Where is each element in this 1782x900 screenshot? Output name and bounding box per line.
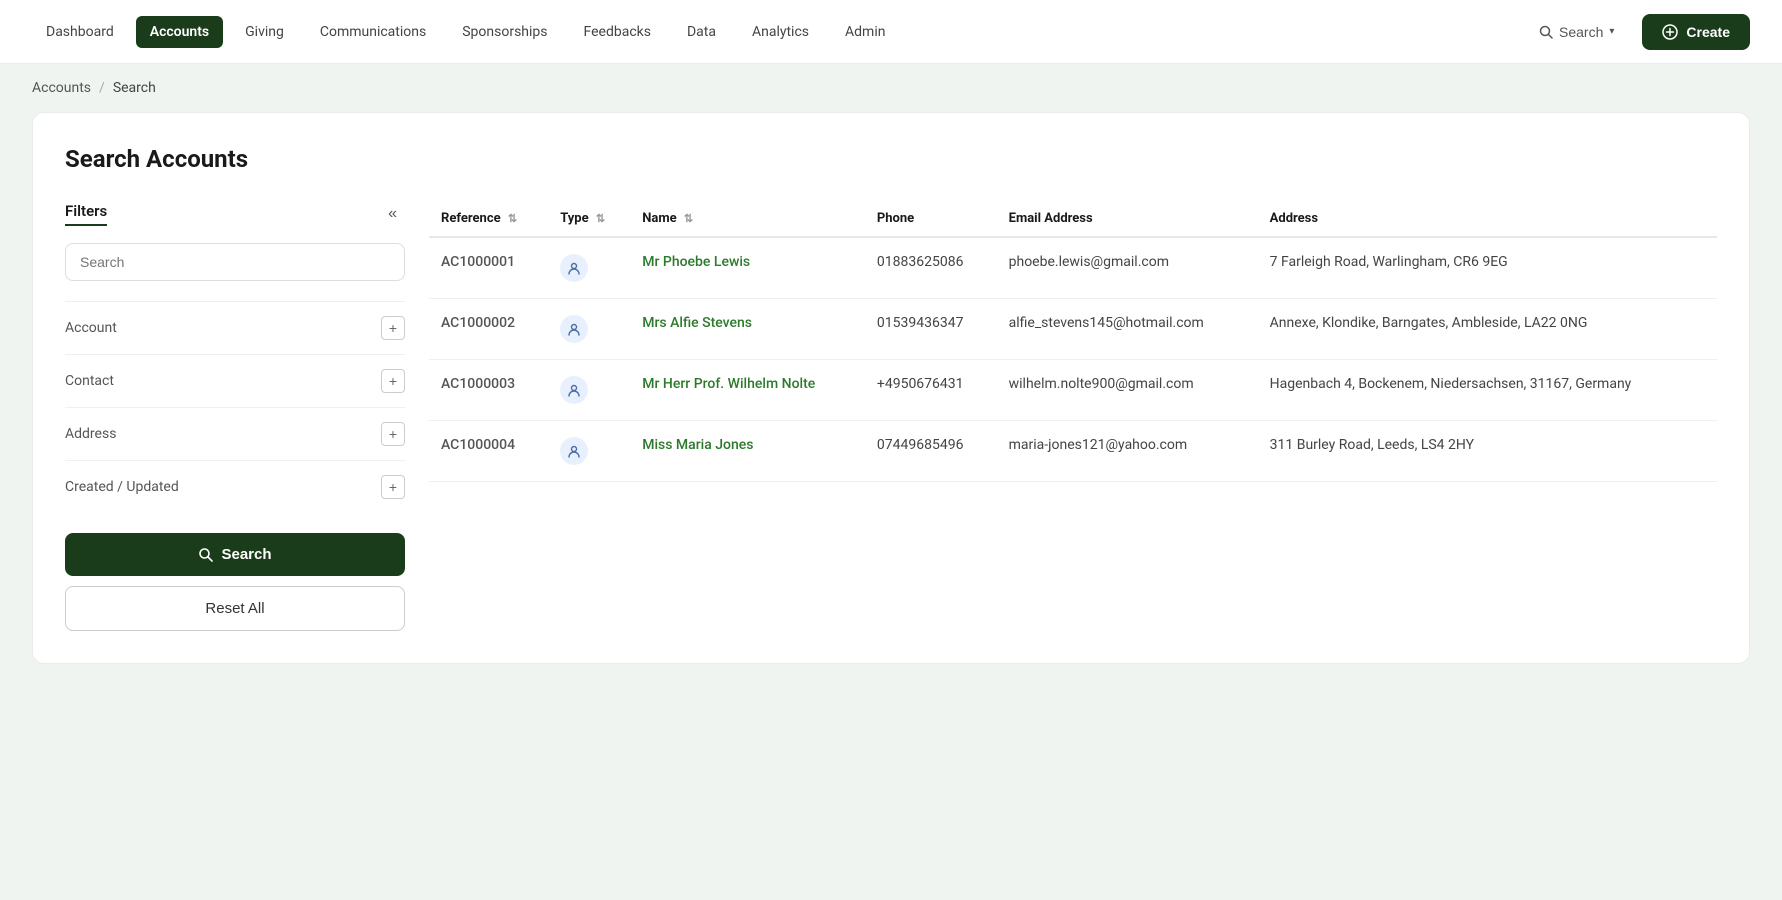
filter-search-input[interactable] xyxy=(65,243,405,281)
col-address: Address xyxy=(1258,201,1717,237)
table-header-row: Reference ⇅ Type ⇅ Name ⇅ xyxy=(429,201,1717,237)
table-row[interactable]: AC1000001 Mr Phoebe Lewis 01883625086 ph… xyxy=(429,237,1717,299)
sort-name-icon: ⇅ xyxy=(684,212,693,225)
cell-reference: AC1000003 xyxy=(429,360,548,421)
double-chevron-left-icon: « xyxy=(388,205,397,222)
results-area: Reference ⇅ Type ⇅ Name ⇅ xyxy=(429,201,1717,631)
page-card: Search Accounts Filters « Account + xyxy=(32,112,1750,664)
nav-dashboard[interactable]: Dashboard xyxy=(32,16,128,48)
cell-reference: AC1000002 xyxy=(429,299,548,360)
col-type[interactable]: Type ⇅ xyxy=(548,201,630,237)
cell-address: Hagenbach 4, Bockenem, Niedersachsen, 31… xyxy=(1258,360,1717,421)
person-icon xyxy=(560,437,588,465)
navbar: Dashboard Accounts Giving Communications… xyxy=(0,0,1782,64)
filter-section-address[interactable]: Address + xyxy=(65,407,405,460)
cell-type xyxy=(548,299,630,360)
cell-phone: 07449685496 xyxy=(865,421,997,482)
nav-right: Search ▾ Create xyxy=(1523,14,1750,50)
nav-communications[interactable]: Communications xyxy=(306,16,440,48)
reset-button[interactable]: Reset All xyxy=(65,586,405,631)
cell-phone: 01539436347 xyxy=(865,299,997,360)
page-title: Search Accounts xyxy=(65,145,1717,173)
cell-email: wilhelm.nolte900@gmail.com xyxy=(997,360,1258,421)
breadcrumb-accounts[interactable]: Accounts xyxy=(32,80,91,96)
filter-section-created-updated[interactable]: Created / Updated + xyxy=(65,460,405,513)
plus-icon: + xyxy=(389,479,397,495)
col-email: Email Address xyxy=(997,201,1258,237)
cell-phone: 01883625086 xyxy=(865,237,997,299)
cell-type xyxy=(548,421,630,482)
filter-section-contact[interactable]: Contact + xyxy=(65,354,405,407)
nav-analytics[interactable]: Analytics xyxy=(738,16,823,48)
col-reference[interactable]: Reference ⇅ xyxy=(429,201,548,237)
table-row[interactable]: AC1000002 Mrs Alfie Stevens 01539436347 … xyxy=(429,299,1717,360)
nav-admin[interactable]: Admin xyxy=(831,16,899,48)
filter-contact-label: Contact xyxy=(65,373,114,389)
plus-icon: + xyxy=(389,373,397,389)
filter-search-wrap xyxy=(65,243,405,281)
search-button[interactable]: Search xyxy=(65,533,405,576)
filter-section-account[interactable]: Account + xyxy=(65,301,405,354)
filter-created-updated-expand[interactable]: + xyxy=(381,475,405,499)
nav-links: Dashboard Accounts Giving Communications… xyxy=(32,16,899,48)
filter-created-updated-label: Created / Updated xyxy=(65,479,179,495)
filters-header: Filters « xyxy=(65,201,405,227)
nav-data[interactable]: Data xyxy=(673,16,730,48)
plus-icon: + xyxy=(389,320,397,336)
cell-email: maria-jones121@yahoo.com xyxy=(997,421,1258,482)
cell-reference: AC1000004 xyxy=(429,421,548,482)
filter-account-expand[interactable]: + xyxy=(381,316,405,340)
accounts-table: Reference ⇅ Type ⇅ Name ⇅ xyxy=(429,201,1717,482)
plus-icon: + xyxy=(389,426,397,442)
plus-circle-icon xyxy=(1662,24,1678,40)
cell-address: 7 Farleigh Road, Warlingham, CR6 9EG xyxy=(1258,237,1717,299)
cell-reference: AC1000001 xyxy=(429,237,548,299)
create-button[interactable]: Create xyxy=(1642,14,1750,50)
breadcrumb-search: Search xyxy=(113,80,156,96)
person-icon xyxy=(560,315,588,343)
filter-address-expand[interactable]: + xyxy=(381,422,405,446)
cell-address: Annexe, Klondike, Barngates, Ambleside, … xyxy=(1258,299,1717,360)
cell-name[interactable]: Mrs Alfie Stevens xyxy=(630,299,865,360)
cell-email: phoebe.lewis@gmail.com xyxy=(997,237,1258,299)
sort-reference-icon: ⇅ xyxy=(508,212,517,225)
nav-sponsorships[interactable]: Sponsorships xyxy=(448,16,561,48)
person-icon xyxy=(560,376,588,404)
search-icon xyxy=(1539,25,1553,39)
table-row[interactable]: AC1000004 Miss Maria Jones 07449685496 m… xyxy=(429,421,1717,482)
nav-feedbacks[interactable]: Feedbacks xyxy=(570,16,665,48)
cell-name[interactable]: Mr Herr Prof. Wilhelm Nolte xyxy=(630,360,865,421)
search-btn-icon xyxy=(198,547,213,562)
nav-accounts[interactable]: Accounts xyxy=(136,16,223,48)
nav-giving[interactable]: Giving xyxy=(231,16,298,48)
filter-address-label: Address xyxy=(65,426,116,442)
main-content: Search Accounts Filters « Account + xyxy=(0,112,1782,696)
nav-search-button[interactable]: Search ▾ xyxy=(1523,16,1630,48)
breadcrumb: Accounts / Search xyxy=(0,64,1782,112)
cell-phone: +4950676431 xyxy=(865,360,997,421)
cell-address: 311 Burley Road, Leeds, LS4 2HY xyxy=(1258,421,1717,482)
col-name[interactable]: Name ⇅ xyxy=(630,201,865,237)
cell-email: alfie_stevens145@hotmail.com xyxy=(997,299,1258,360)
cell-name[interactable]: Mr Phoebe Lewis xyxy=(630,237,865,299)
cell-name[interactable]: Miss Maria Jones xyxy=(630,421,865,482)
cell-type xyxy=(548,237,630,299)
filter-contact-expand[interactable]: + xyxy=(381,369,405,393)
cell-type xyxy=(548,360,630,421)
content-area: Filters « Account + Contact xyxy=(65,201,1717,631)
sort-type-icon: ⇅ xyxy=(596,212,605,225)
filters-panel: Filters « Account + Contact xyxy=(65,201,405,631)
table-row[interactable]: AC1000003 Mr Herr Prof. Wilhelm Nolte +4… xyxy=(429,360,1717,421)
filter-account-label: Account xyxy=(65,320,117,336)
col-phone: Phone xyxy=(865,201,997,237)
filters-title: Filters xyxy=(65,202,107,226)
breadcrumb-separator: / xyxy=(99,80,105,96)
chevron-down-icon: ▾ xyxy=(1609,26,1614,37)
person-icon xyxy=(560,254,588,282)
collapse-filters-button[interactable]: « xyxy=(380,201,405,227)
